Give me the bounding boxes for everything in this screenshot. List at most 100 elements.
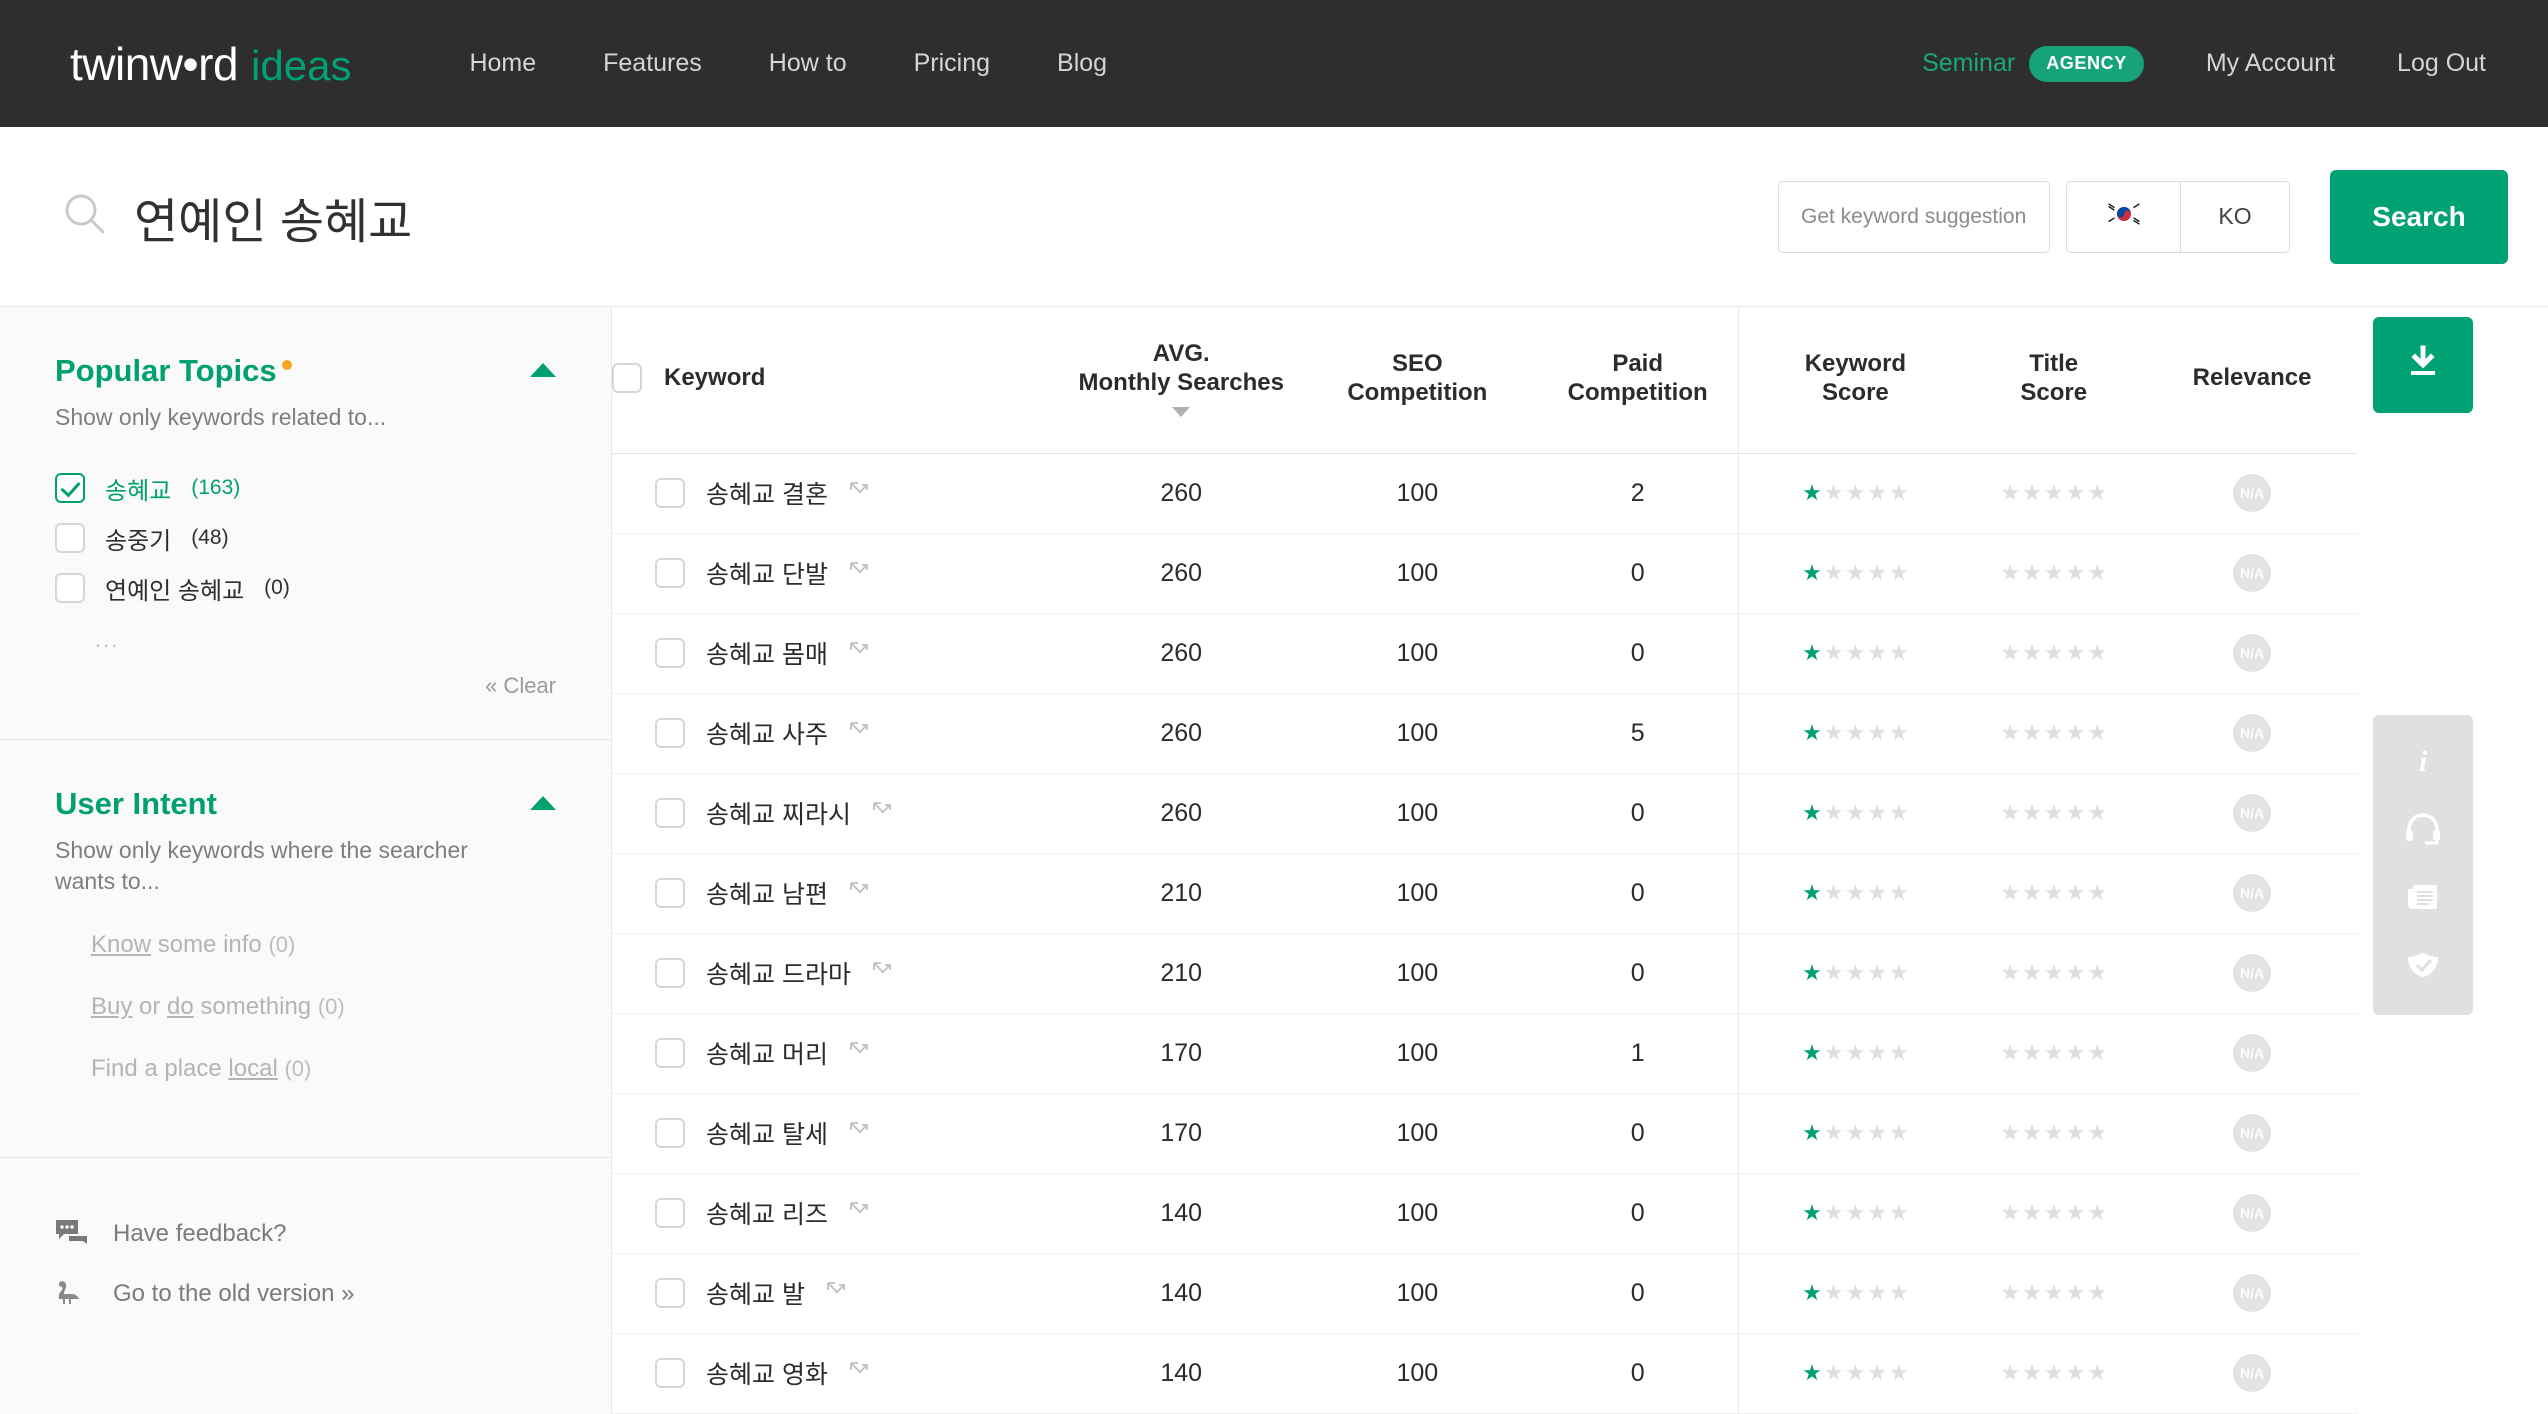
nav-link-home[interactable]: Home xyxy=(469,49,536,78)
popular-topics-clear-link[interactable]: « Clear xyxy=(55,673,556,699)
star-icon: ★ xyxy=(2065,1120,2086,1146)
popular-topic-checkbox[interactable] xyxy=(55,523,85,554)
row-checkbox[interactable] xyxy=(655,638,685,669)
user-intent-option-buy[interactable]: Buy or do something (0) xyxy=(55,993,556,1055)
table-row[interactable]: 송혜교 영화 140 100 0 ★ ★ ★ ★ ★ ★ ★ ★ ★ ★ N/A xyxy=(612,1333,2357,1414)
column-header-seo-competition[interactable]: SEO Competition xyxy=(1309,307,1525,454)
row-checkbox[interactable] xyxy=(655,1198,685,1229)
table-row[interactable]: 송혜교 탈세 170 100 0 ★ ★ ★ ★ ★ ★ ★ ★ ★ ★ N/A xyxy=(612,1093,2357,1174)
table-row[interactable]: 송혜교 남편 210 100 0 ★ ★ ★ ★ ★ ★ ★ ★ ★ ★ N/A xyxy=(612,853,2357,934)
row-checkbox[interactable] xyxy=(655,1118,685,1149)
row-checkbox[interactable] xyxy=(655,878,685,909)
nav-link-blog[interactable]: Blog xyxy=(1057,49,1107,78)
external-link-icon[interactable] xyxy=(849,1039,869,1068)
user-intent-know-link[interactable]: Know xyxy=(91,931,151,958)
table-row[interactable]: 송혜교 몸매 260 100 0 ★ ★ ★ ★ ★ ★ ★ ★ ★ ★ N/A xyxy=(612,613,2357,694)
table-row[interactable]: 송혜교 리즈 140 100 0 ★ ★ ★ ★ ★ ★ ★ ★ ★ ★ N/A xyxy=(612,1173,2357,1254)
table-row[interactable]: 송혜교 결혼 260 100 2 ★ ★ ★ ★ ★ ★ ★ ★ ★ ★ N/A xyxy=(612,453,2357,534)
external-link-icon[interactable] xyxy=(849,719,869,748)
table-row[interactable]: 송혜교 드라마 210 100 0 ★ ★ ★ ★ ★ ★ ★ ★ ★ ★ N/A xyxy=(612,933,2357,1014)
feedback-link[interactable]: Have feedback? xyxy=(55,1204,556,1264)
popular-topic-option[interactable]: 연예인 송혜교 (0) xyxy=(55,563,556,613)
external-link-icon[interactable] xyxy=(872,799,892,828)
privacy-button[interactable] xyxy=(2373,919,2473,1015)
nav-link-log-out[interactable]: Log Out xyxy=(2397,49,2486,78)
nav-link-features[interactable]: Features xyxy=(603,49,702,78)
cell-keyword[interactable]: 송혜교 결혼 xyxy=(612,453,1053,534)
user-intent-collapse-icon[interactable] xyxy=(530,796,556,811)
select-all-checkbox[interactable] xyxy=(612,362,642,393)
row-checkbox[interactable] xyxy=(655,718,685,749)
external-link-icon[interactable] xyxy=(849,1119,869,1148)
cell-keyword[interactable]: 송혜교 머리 xyxy=(612,1013,1053,1094)
external-link-icon[interactable] xyxy=(849,639,869,668)
user-intent-option-know[interactable]: Know some info (0) xyxy=(55,931,556,993)
external-link-icon[interactable] xyxy=(849,1199,869,1228)
user-intent-buy-link[interactable]: Buy xyxy=(91,993,132,1020)
row-checkbox[interactable] xyxy=(655,558,685,589)
download-button[interactable] xyxy=(2373,317,2473,413)
cell-keyword[interactable]: 송혜교 찌라시 xyxy=(612,773,1053,854)
user-intent-do-link[interactable]: do xyxy=(167,993,194,1020)
nav-link-how-to[interactable]: How to xyxy=(769,49,847,78)
country-flag-selector[interactable] xyxy=(2067,181,2181,252)
nav-link-pricing[interactable]: Pricing xyxy=(914,49,990,78)
keyword-score-stars: ★ ★ ★ ★ ★ xyxy=(1750,882,1960,904)
row-checkbox[interactable] xyxy=(655,1278,685,1309)
user-intent-local-link[interactable]: local xyxy=(228,1055,277,1082)
row-checkbox[interactable] xyxy=(655,478,685,509)
star-icon: ★ xyxy=(1845,960,1866,986)
row-checkbox[interactable] xyxy=(655,958,685,989)
external-link-icon[interactable] xyxy=(849,879,869,908)
user-intent-option-local[interactable]: Find a place local (0) xyxy=(55,1055,556,1117)
row-checkbox[interactable] xyxy=(655,1358,685,1389)
cell-keyword[interactable]: 송혜교 영화 xyxy=(612,1333,1053,1414)
cell-keyword[interactable]: 송혜교 발 xyxy=(612,1253,1053,1334)
row-checkbox[interactable] xyxy=(655,1038,685,1069)
popular-topic-checkbox[interactable] xyxy=(55,573,85,604)
seminar-plan-group[interactable]: Seminar AGENCY xyxy=(1922,45,2144,82)
cell-keyword[interactable]: 송혜교 남편 xyxy=(612,853,1053,934)
popular-topics-collapse-icon[interactable] xyxy=(530,363,556,377)
table-row[interactable]: 송혜교 찌라시 260 100 0 ★ ★ ★ ★ ★ ★ ★ ★ ★ ★ N/A xyxy=(612,773,2357,854)
cell-keyword[interactable]: 송혜교 탈세 xyxy=(612,1093,1053,1174)
old-version-link[interactable]: Go to the old version » xyxy=(55,1264,556,1324)
column-header-keyword-score[interactable]: Keyword Score xyxy=(1750,307,1961,454)
column-header-paid-competition[interactable]: Paid Competition xyxy=(1524,307,1751,454)
popular-topic-option[interactable]: 송혜교 (163) xyxy=(55,463,556,513)
column-header-title-score[interactable]: Title Score xyxy=(1960,307,2148,454)
external-link-icon[interactable] xyxy=(826,1279,846,1308)
column-header-avg-monthly-searches[interactable]: AVG. Monthly Searches xyxy=(1052,307,1310,454)
keywords-table-wrapper: Keyword AVG. Monthly Searches SEO Compet… xyxy=(612,307,2357,1414)
language-selector[interactable]: KO xyxy=(2181,182,2289,252)
cell-keyword[interactable]: 송혜교 리즈 xyxy=(612,1173,1053,1254)
column-header-keyword[interactable]: Keyword xyxy=(612,307,1053,454)
row-checkbox[interactable] xyxy=(655,798,685,829)
nav-link-my-account[interactable]: My Account xyxy=(2206,49,2335,78)
popular-topics-more[interactable]: ... xyxy=(55,613,556,653)
keyword-suggestions-input[interactable] xyxy=(1801,204,2027,229)
table-row[interactable]: 송혜교 단발 260 100 0 ★ ★ ★ ★ ★ ★ ★ ★ ★ ★ N/A xyxy=(612,533,2357,614)
cell-keyword[interactable]: 송혜교 단발 xyxy=(612,533,1053,614)
popular-topic-label: 송혜교 xyxy=(105,477,172,505)
column-header-relevance[interactable]: Relevance xyxy=(2147,307,2357,454)
search-button[interactable]: Search xyxy=(2330,169,2508,264)
external-link-icon[interactable] xyxy=(849,559,869,588)
sort-desc-icon[interactable] xyxy=(1053,407,1310,417)
current-query-group[interactable]: 연예인 송혜교 xyxy=(62,182,412,252)
cell-keyword[interactable]: 송혜교 드라마 xyxy=(612,933,1053,1014)
external-link-icon[interactable] xyxy=(849,1359,869,1388)
table-row[interactable]: 송혜교 사주 260 100 5 ★ ★ ★ ★ ★ ★ ★ ★ ★ ★ N/A xyxy=(612,693,2357,774)
external-link-icon[interactable] xyxy=(849,479,869,508)
popular-topic-checkbox[interactable] xyxy=(55,473,85,504)
cell-keyword[interactable]: 송혜교 사주 xyxy=(612,693,1053,774)
search-bar-row: 연예인 송혜교 Get keyword suggestions KO Searc… xyxy=(0,127,2548,307)
star-icon: ★ xyxy=(1889,880,1909,906)
brand-logo[interactable]: twinw•rd ideas xyxy=(70,37,351,91)
keyword-suggestions-box[interactable] xyxy=(1778,180,2050,253)
external-link-icon[interactable] xyxy=(872,959,892,988)
table-row[interactable]: 송혜교 발 140 100 0 ★ ★ ★ ★ ★ ★ ★ ★ ★ ★ N/A xyxy=(612,1253,2357,1334)
table-row[interactable]: 송혜교 머리 170 100 1 ★ ★ ★ ★ ★ ★ ★ ★ ★ ★ N/A xyxy=(612,1013,2357,1094)
cell-keyword[interactable]: 송혜교 몸매 xyxy=(612,613,1053,694)
popular-topic-option[interactable]: 송중기 (48) xyxy=(55,513,556,563)
